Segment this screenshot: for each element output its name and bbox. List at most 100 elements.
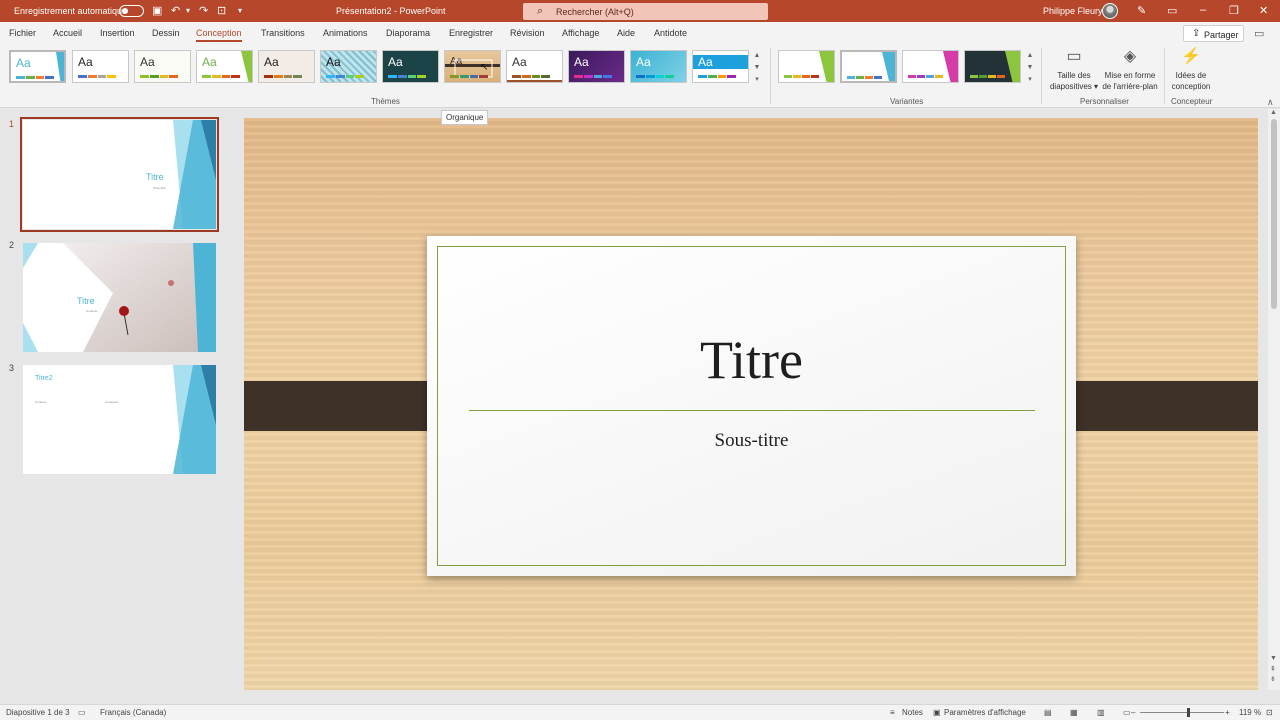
language[interactable]: Français (Canada) bbox=[100, 708, 166, 717]
design-ideas-button[interactable]: ⚡ Idées de conception bbox=[1168, 48, 1214, 92]
share-icon: ⇪ bbox=[1192, 28, 1201, 39]
customize-group-label: Personnaliser bbox=[1080, 97, 1129, 106]
theme-integral[interactable]: Aa bbox=[258, 50, 315, 83]
mouse-cursor-icon: ↖ bbox=[480, 62, 489, 73]
accessibility-icon[interactable]: ▭ bbox=[78, 708, 86, 717]
tab-fichier[interactable]: Fichier bbox=[9, 28, 36, 38]
tab-enregistrer[interactable]: Enregistrer bbox=[449, 28, 493, 38]
vertical-scrollbar[interactable]: ▲ ▼ ⇞ ⇟ bbox=[1268, 109, 1280, 690]
avatar[interactable] bbox=[1102, 3, 1118, 19]
theme-sample: Aa bbox=[326, 55, 341, 69]
slide-subtitle[interactable]: Sous-titre bbox=[427, 430, 1076, 452]
slide-size-button[interactable]: ▭ Taille des diapositives ▾ bbox=[1046, 48, 1102, 92]
tab-diaporama[interactable]: Diaporama bbox=[386, 28, 430, 38]
scroll-up-icon[interactable]: ▲ bbox=[1025, 50, 1035, 62]
ribbon-display-icon[interactable]: ▭ bbox=[1167, 4, 1177, 17]
tab-conception[interactable]: Conception bbox=[196, 28, 242, 42]
previous-slide-icon[interactable]: ⇞ bbox=[1270, 665, 1276, 673]
scroll-up-icon[interactable]: ▲ bbox=[1270, 109, 1277, 116]
fit-slide-icon[interactable]: ⊡ bbox=[1266, 708, 1273, 717]
theme-ion[interactable]: Aa bbox=[630, 50, 687, 83]
variant-2[interactable] bbox=[840, 50, 897, 83]
collapse-ribbon-icon[interactable]: ∧ bbox=[1267, 97, 1274, 108]
more-icon[interactable]: ▾ bbox=[752, 74, 762, 86]
slide-thumbnail-2[interactable]: Titre Contenu bbox=[23, 243, 216, 352]
theme-office-theme[interactable]: Aa bbox=[72, 50, 129, 83]
tab-aide[interactable]: Aide bbox=[617, 28, 635, 38]
zoom-slider-knob[interactable] bbox=[1187, 708, 1190, 717]
slide-thumbnail-1[interactable]: Titre Sous-titre bbox=[20, 117, 219, 232]
restore-icon[interactable]: ❐ bbox=[1229, 4, 1239, 17]
tab-insertion[interactable]: Insertion bbox=[100, 28, 135, 38]
minimize-icon[interactable]: – bbox=[1200, 4, 1206, 16]
slide-thumbnail-3[interactable]: Titre2 Contenu Contenu2 bbox=[23, 365, 216, 474]
theme-blue-banner[interactable]: Aa bbox=[692, 50, 749, 83]
theme-facet[interactable]: Aa bbox=[134, 50, 191, 83]
normal-view-icon[interactable]: ▤ bbox=[1044, 708, 1052, 717]
save-icon[interactable]: ▣ bbox=[152, 3, 162, 19]
slideshow-view-icon[interactable]: ▭ bbox=[1123, 708, 1131, 717]
tab-affichage[interactable]: Affichage bbox=[562, 28, 599, 38]
thumb-title: Titre bbox=[77, 296, 95, 306]
undo-dropdown-icon[interactable]: ▾ bbox=[186, 3, 190, 19]
tab-animations[interactable]: Animations bbox=[323, 28, 368, 38]
customize-toolbar-icon[interactable]: ▾ bbox=[238, 3, 242, 19]
start-slideshow-icon[interactable]: ⊡ bbox=[217, 3, 226, 19]
autosave-label: Enregistrement automatique bbox=[14, 6, 128, 16]
theme-purple[interactable]: Aa bbox=[568, 50, 625, 83]
comments-icon[interactable]: ▭ bbox=[1254, 27, 1264, 40]
redo-icon[interactable]: ↷ bbox=[199, 3, 208, 19]
display-settings-icon: ▣ bbox=[933, 708, 941, 717]
tab-dessin[interactable]: Dessin bbox=[152, 28, 180, 38]
scrollbar-thumb[interactable] bbox=[1271, 119, 1277, 309]
design-ideas-icon: ⚡ bbox=[1181, 48, 1201, 65]
slide-thumbnails-panel[interactable]: 1 Titre Sous-titre 2 Titre Contenu 3 Tit… bbox=[0, 109, 232, 704]
scroll-down-icon[interactable]: ▼ bbox=[1270, 655, 1277, 662]
variants-gallery-scroll[interactable]: ▲ ▼ ▾ bbox=[1025, 50, 1035, 86]
theme-tooltip: Organique bbox=[441, 110, 489, 125]
close-icon[interactable]: ✕ bbox=[1259, 4, 1268, 17]
pen-icon[interactable]: ✎ bbox=[1137, 4, 1146, 17]
more-icon[interactable]: ▾ bbox=[1025, 74, 1035, 86]
variant-4[interactable] bbox=[964, 50, 1021, 83]
user-name[interactable]: Philippe Fleury bbox=[1043, 6, 1103, 16]
theme-organique[interactable]: Aa ↖ bbox=[444, 50, 501, 83]
zoom-level[interactable]: 119 % bbox=[1239, 708, 1261, 717]
zoom-out-icon[interactable]: – bbox=[1131, 708, 1135, 717]
theme-sample: Aa bbox=[264, 55, 279, 69]
notes-icon: ≡ bbox=[890, 708, 895, 717]
theme-sample: Aa bbox=[636, 55, 651, 69]
notes-button[interactable]: Notes bbox=[902, 708, 923, 717]
slide-size-label: Taille des bbox=[1057, 71, 1091, 80]
variant-1[interactable] bbox=[778, 50, 835, 83]
variant-3[interactable] bbox=[902, 50, 959, 83]
theme-pattern[interactable]: Aa bbox=[320, 50, 377, 83]
slide-sorter-icon[interactable]: ▦ bbox=[1070, 708, 1078, 717]
share-button[interactable]: ⇪ Partager bbox=[1183, 25, 1244, 42]
display-settings-button[interactable]: Paramètres d'affichage bbox=[944, 708, 1026, 717]
themes-gallery-scroll[interactable]: ▲ ▼ ▾ bbox=[752, 50, 762, 86]
slide-canvas[interactable]: Titre Sous-titre bbox=[244, 118, 1258, 690]
format-background-button[interactable]: ◈ Mise en forme de l'arrière-plan bbox=[1100, 48, 1160, 92]
title-bar: Enregistrement automatique ▣ ↶ ▾ ↷ ⊡ ▾ P… bbox=[0, 0, 1280, 22]
tab-transitions[interactable]: Transitions bbox=[261, 28, 305, 38]
autosave-toggle[interactable] bbox=[119, 5, 144, 17]
next-slide-icon[interactable]: ⇟ bbox=[1270, 675, 1276, 683]
theme-dark-teal[interactable]: Aa bbox=[382, 50, 439, 83]
scroll-down-icon[interactable]: ▼ bbox=[752, 62, 762, 74]
thumb-bullet: Contenu bbox=[35, 400, 47, 404]
scroll-up-icon[interactable]: ▲ bbox=[752, 50, 762, 62]
zoom-in-icon[interactable]: + bbox=[1225, 708, 1230, 717]
slide-title[interactable]: Titre bbox=[427, 330, 1076, 390]
tab-accueil[interactable]: Accueil bbox=[53, 28, 82, 38]
zoom-slider[interactable] bbox=[1140, 712, 1224, 713]
undo-icon[interactable]: ↶ bbox=[171, 3, 180, 19]
search-box[interactable]: ⌕ Rechercher (Alt+Q) bbox=[523, 3, 768, 20]
theme-office[interactable]: Aa bbox=[9, 50, 66, 83]
tab-antidote[interactable]: Antidote bbox=[654, 28, 687, 38]
tab-revision[interactable]: Révision bbox=[510, 28, 545, 38]
theme-brown-line[interactable]: Aa bbox=[506, 50, 563, 83]
scroll-down-icon[interactable]: ▼ bbox=[1025, 62, 1035, 74]
theme-green[interactable]: Aa bbox=[196, 50, 253, 83]
reading-view-icon[interactable]: ▥ bbox=[1097, 708, 1105, 717]
